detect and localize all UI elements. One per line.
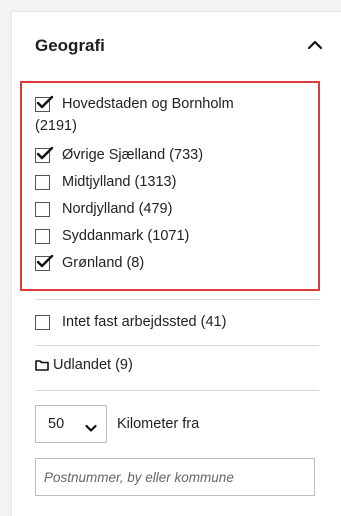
option-label: Intet fast arbejdssted (41): [62, 314, 227, 330]
checkbox-unchecked[interactable]: [35, 202, 50, 217]
region-label-count: (2191): [35, 118, 77, 134]
divider: [35, 299, 319, 300]
divider: [35, 390, 319, 391]
distance-select-value: 50: [48, 416, 65, 432]
checkbox-checked[interactable]: [35, 254, 54, 271]
location-input[interactable]: [35, 458, 315, 496]
distance-label: Kilometer fra: [117, 416, 200, 432]
region-label: Midtjylland (1313): [62, 174, 177, 190]
checkbox-checked[interactable]: [35, 146, 54, 163]
divider: [35, 345, 319, 346]
chevron-up-icon[interactable]: [304, 35, 326, 55]
checkbox-unchecked[interactable]: [35, 175, 50, 190]
region-label: Øvrige Sjælland (733): [62, 147, 204, 163]
option-label: Udlandet (9): [53, 357, 133, 373]
region-label: Nordjylland (479): [62, 201, 173, 217]
checkbox-unchecked[interactable]: [35, 315, 50, 330]
distance-select[interactable]: 50: [35, 405, 107, 443]
checkbox-checked[interactable]: [35, 95, 54, 112]
folder-icon: [35, 359, 49, 375]
chevron-down-icon: [85, 420, 97, 438]
checkbox-unchecked[interactable]: [35, 229, 50, 244]
filter-header[interactable]: Geografi: [12, 12, 341, 78]
geography-filter-panel: Geografi Hovedstaden og Bornholm (2191) …: [11, 11, 341, 516]
region-label: Grønland (8): [62, 255, 145, 271]
region-label: Syddanmark (1071): [62, 228, 190, 244]
filter-title: Geografi: [35, 36, 105, 55]
region-label: Hovedstaden og Bornholm: [62, 96, 234, 112]
